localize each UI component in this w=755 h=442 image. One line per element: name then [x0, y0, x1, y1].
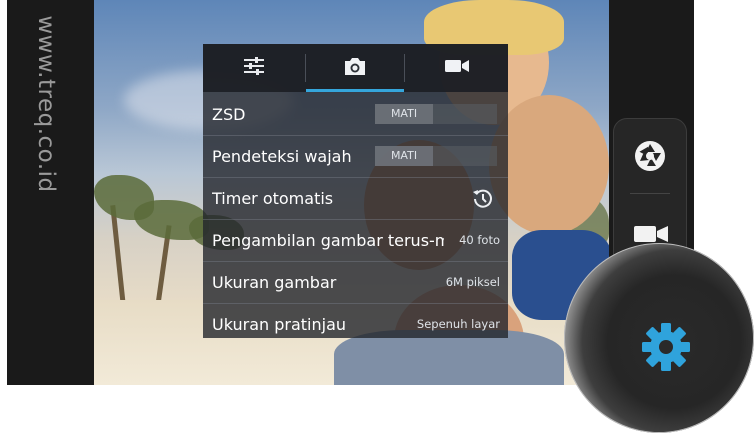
setting-label: Pengambilan gambar terus-menerus [212, 231, 444, 250]
settings-gear-icon[interactable] [640, 321, 692, 373]
setting-row-burst-shot[interactable]: Pengambilan gambar terus-menerus 40 foto [203, 219, 508, 261]
camera-icon [343, 57, 367, 80]
magnifier-callout [564, 243, 754, 433]
setting-row-image-size[interactable]: Ukuran gambar 6M piksel [203, 261, 508, 303]
active-tab-indicator [306, 89, 404, 92]
control-divider [630, 193, 670, 194]
tab-general-settings[interactable] [203, 44, 305, 92]
setting-row-preview-size[interactable]: Ukuran pratinjau Sepenuh layar [203, 303, 508, 345]
preview-size-value: Sepenuh layar [416, 317, 500, 331]
face-detection-toggle[interactable]: MATI [375, 146, 433, 166]
settings-tab-bar [203, 44, 508, 92]
tab-video-settings[interactable] [405, 44, 508, 92]
tab-camera-settings[interactable] [306, 44, 404, 92]
setting-label: Ukuran pratinjau [212, 315, 347, 334]
setting-row-self-timer[interactable]: Timer otomatis [203, 177, 508, 219]
shutter-button[interactable] [633, 139, 667, 177]
palm-trunk [110, 205, 127, 315]
image-size-value: 6M piksel [445, 275, 500, 289]
zsd-toggle[interactable]: MATI [375, 104, 433, 124]
setting-row-face-detection[interactable]: Pendeteksi wajah MATI [203, 135, 508, 177]
setting-label: Timer otomatis [212, 189, 334, 208]
timer-icon [472, 188, 494, 214]
shutter-icon [633, 141, 667, 177]
settings-list: ZSD MATI Pendeteksi wajah MATI Timer oto… [203, 94, 508, 345]
watermark-text: www.treq.co.id [33, 15, 59, 193]
burst-count-value: 40 foto [459, 233, 500, 247]
camera-settings-panel: ZSD MATI Pendeteksi wajah MATI Timer oto… [203, 44, 508, 338]
setting-label: Ukuran gambar [212, 273, 337, 292]
video-camera-icon [444, 58, 470, 78]
setting-row-zsd[interactable]: ZSD MATI [203, 94, 508, 135]
watermark: www.treq.co.id [17, 13, 75, 195]
sliders-icon [243, 56, 265, 80]
